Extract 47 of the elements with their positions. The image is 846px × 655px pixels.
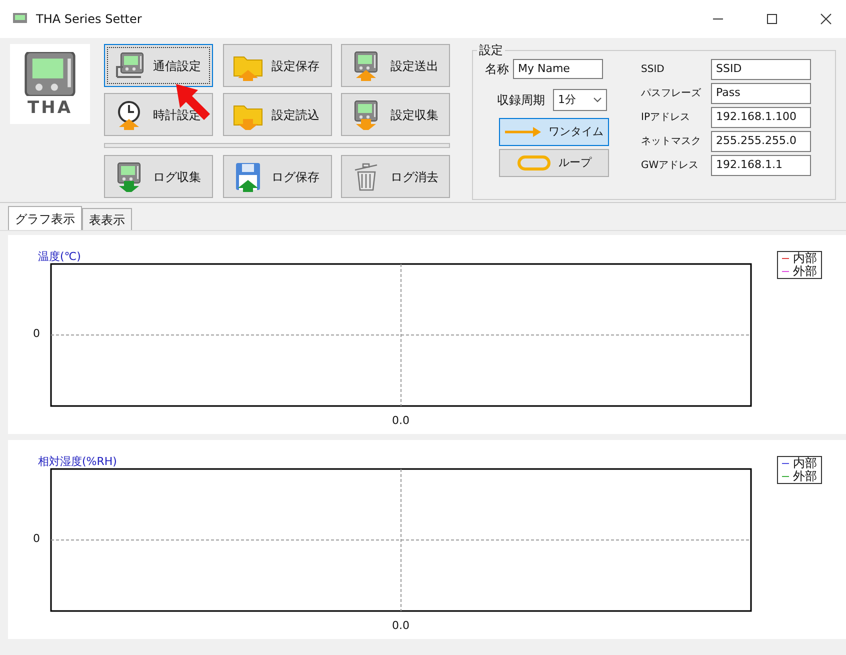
maximize-icon[interactable] (766, 13, 778, 25)
legend-label: 内部 (793, 252, 817, 265)
logo-text: THA (28, 97, 72, 120)
toolbar-button[interactable]: 設定送出 (341, 44, 450, 87)
chevron-down-icon (593, 97, 602, 103)
mode-button[interactable]: ループ (499, 149, 609, 177)
loop-icon (516, 154, 550, 172)
device-cable-icon (113, 50, 145, 80)
y-axis-label: 0 (33, 326, 40, 342)
close-icon[interactable] (820, 13, 832, 25)
field-label: 名称 (485, 61, 509, 78)
period-dropdown[interactable]: 1分 (553, 89, 607, 111)
mode-button[interactable]: ワンタイム (499, 118, 609, 146)
field-label: SSID (641, 63, 666, 77)
y-axis-label: 0 (33, 531, 40, 547)
toolbar-button[interactable]: 設定保存 (222, 44, 332, 87)
text-field[interactable]: 255.255.255.0 (711, 131, 811, 152)
toolbar-button[interactable]: 設定読込 (222, 93, 332, 136)
text-field[interactable]: Pass (711, 83, 811, 104)
field-label: ネットマスク (641, 135, 702, 149)
toolbar-button[interactable]: ログ保存 (222, 155, 332, 198)
field-label: 収録周期 (497, 92, 545, 109)
toolbar-button[interactable]: 通信設定 (104, 44, 213, 87)
legend-label: 内部 (793, 457, 817, 470)
field-label: GWアドレス (641, 159, 700, 173)
chart-title: 相対湿度(%RH) (38, 455, 117, 468)
text-field[interactable]: SSID (711, 59, 811, 80)
toolbar-button[interactable]: 設定収集 (341, 93, 450, 136)
toolbar-button[interactable]: ログ消去 (341, 155, 450, 198)
x-axis-label: 0.0 (392, 618, 410, 634)
legend-label: 外部 (793, 265, 817, 278)
chart-title: 温度(℃) (38, 250, 81, 263)
legend-label: 外部 (793, 470, 817, 483)
tab[interactable]: グラフ表示 (8, 206, 82, 230)
arrow-right-icon (504, 127, 540, 137)
device-icon (22, 52, 78, 96)
text-field[interactable]: 192.168.1.100 (711, 107, 811, 128)
app-icon (12, 12, 28, 26)
text-field[interactable]: 192.168.1.1 (711, 155, 811, 176)
toolbar-button[interactable]: ログ収集 (104, 155, 213, 198)
x-axis-label: 0.0 (392, 413, 410, 429)
group-title: 設定 (477, 41, 505, 59)
name-field[interactable]: My Name (513, 59, 603, 79)
field-label: パスフレーズ (641, 87, 702, 101)
window-title: THA Series Setter (36, 11, 142, 28)
tab[interactable]: 表表示 (82, 208, 132, 230)
field-label: IPアドレス (641, 111, 691, 125)
